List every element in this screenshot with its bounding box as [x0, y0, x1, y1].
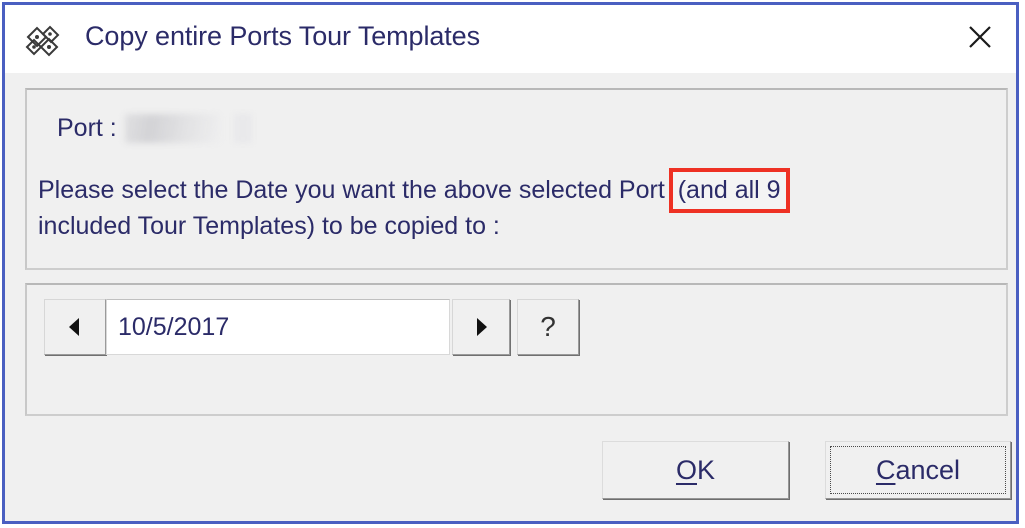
dialog-window: Copy entire Ports Tour Templates Port : … [2, 2, 1019, 524]
cancel-rest-chars: ancel [895, 454, 961, 485]
templates-tiles-icon [25, 25, 63, 59]
instruction-text: Please select the Date you want the abov… [38, 168, 998, 243]
date-input[interactable]: 10/5/2017 [106, 299, 450, 355]
window-title: Copy entire Ports Tour Templates [85, 21, 480, 51]
ok-rest-chars: K [697, 454, 716, 485]
prev-date-button[interactable] [44, 299, 106, 355]
next-date-button[interactable] [452, 299, 510, 355]
instruction-line-1: Please select the Date you want the abov… [38, 168, 998, 213]
port-value-redacted-tail [233, 114, 252, 143]
ok-button-label: OK [676, 455, 715, 486]
date-picker: 10/5/2017 ? [44, 299, 579, 355]
close-icon[interactable] [952, 11, 1008, 63]
port-label: Port : [57, 114, 117, 142]
cancel-button-label: Cancel [876, 455, 960, 486]
help-button[interactable]: ? [517, 299, 579, 355]
title-bar: Copy entire Ports Tour Templates [5, 5, 1016, 74]
highlight-annotation: (and all 9 [668, 168, 790, 213]
instruction-line-2: included Tour Templates) to be copied to… [38, 212, 500, 240]
highlight-text: (and all 9 [677, 176, 781, 204]
cancel-button[interactable]: Cancel [825, 441, 1011, 499]
port-row: Port : [57, 114, 252, 143]
info-panel: Port : Please select the Date you want t… [25, 88, 1008, 270]
ok-button[interactable]: OK [602, 441, 789, 499]
ok-accel-char: O [675, 454, 697, 485]
instruction-line-1-text: Please select the Date you want the abov… [38, 176, 672, 204]
port-value-redacted [124, 114, 220, 143]
cancel-accel-char: C [875, 454, 896, 485]
dialog-client-area: Port : Please select the Date you want t… [5, 73, 1016, 521]
date-panel: 10/5/2017 ? [25, 283, 1008, 416]
